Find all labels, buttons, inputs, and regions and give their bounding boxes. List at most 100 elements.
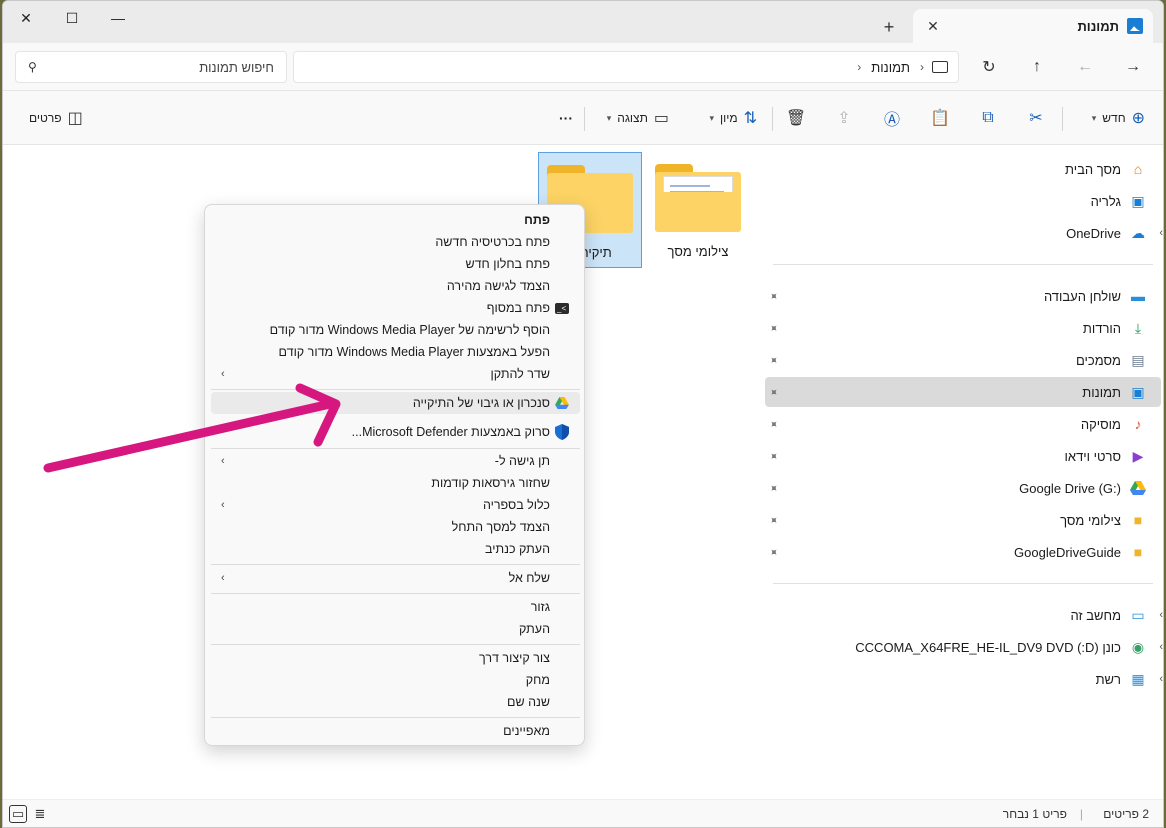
chevron-down-icon: ▾ bbox=[606, 112, 612, 123]
menu-item-copy[interactable]: העתק bbox=[211, 618, 580, 640]
sidebar-item-network[interactable]: › ▦ רשת bbox=[765, 664, 1163, 694]
maximize-button[interactable]: ☐ bbox=[49, 1, 95, 35]
menu-item-pin-quick-access[interactable]: הצמד לגישה מהירה bbox=[211, 275, 580, 297]
sidebar-item-videos[interactable]: ▶ סרטי וידאו ✦ bbox=[765, 441, 1161, 471]
cut-button[interactable]: ✂ bbox=[1023, 105, 1049, 131]
menu-item-copy-path[interactable]: העתק כנתיב bbox=[211, 538, 580, 560]
menu-item-cut[interactable]: גזור bbox=[211, 596, 580, 618]
delete-button[interactable]: 🗑 bbox=[783, 105, 809, 131]
chevron-right-icon[interactable]: › bbox=[1159, 227, 1163, 239]
up-button[interactable]: ↑ bbox=[1021, 53, 1053, 81]
pin-icon[interactable]: ✦ bbox=[766, 416, 782, 432]
computer-icon bbox=[932, 61, 948, 73]
menu-item-open[interactable]: פתח bbox=[211, 209, 580, 231]
chevron-left-icon: ‹ bbox=[857, 60, 862, 74]
sidebar-item-pictures[interactable]: ▣ תמונות ✦ bbox=[765, 377, 1161, 407]
menu-item-restore-versions[interactable]: שחזור גירסאות קודמות bbox=[211, 472, 580, 494]
video-icon: ▶ bbox=[1132, 447, 1144, 464]
close-window-button[interactable]: ✕ bbox=[3, 1, 49, 35]
sidebar-item-label: מסמכים bbox=[1075, 352, 1121, 368]
pin-icon[interactable]: ✦ bbox=[766, 448, 782, 464]
menu-item-cast-to-device[interactable]: שדר להתקן › bbox=[211, 363, 580, 385]
sidebar-item-label: סרטי וידאו bbox=[1064, 448, 1121, 464]
close-tab-button[interactable]: ✕ bbox=[923, 16, 943, 36]
minimize-button[interactable]: — bbox=[95, 1, 141, 35]
pin-icon[interactable]: ✦ bbox=[766, 384, 782, 400]
menu-label: שנה שם bbox=[507, 695, 550, 709]
sidebar-item-label: מחשב זה bbox=[1070, 607, 1121, 623]
sidebar-item-googledriveguide[interactable]: ■ GoogleDriveGuide ✦ bbox=[765, 537, 1161, 567]
menu-item-create-shortcut[interactable]: צור קיצור דרך bbox=[211, 647, 580, 669]
forward-button[interactable]: ← bbox=[1069, 53, 1101, 81]
breadcrumb-pictures[interactable]: תמונות bbox=[871, 60, 910, 75]
share-button[interactable]: ⇪ bbox=[831, 105, 857, 131]
menu-item-rename[interactable]: שנה שם bbox=[211, 691, 580, 713]
sidebar-item-label: תמונות bbox=[1082, 384, 1121, 400]
search-icon: ⚲ bbox=[28, 60, 37, 74]
menu-item-sync-backup[interactable]: סנכרון או גיבוי של התיקייה bbox=[211, 392, 580, 414]
back-button[interactable]: → bbox=[1117, 53, 1149, 81]
chevron-right-icon[interactable]: › bbox=[1159, 609, 1163, 621]
sidebar-item-downloads[interactable]: ⤓ הורדות ✦ bbox=[765, 313, 1161, 343]
menu-item-open-new-window[interactable]: פתח בחלון חדש bbox=[211, 253, 580, 275]
folder-icon: ■ bbox=[1133, 512, 1143, 528]
menu-item-delete[interactable]: מחק bbox=[211, 669, 580, 691]
refresh-button[interactable]: ↻ bbox=[973, 53, 1005, 81]
menu-item-include-library[interactable]: כלול בספריה › bbox=[211, 494, 580, 516]
pin-icon[interactable]: ✦ bbox=[766, 544, 782, 560]
folder-item-screenshots[interactable]: צילומי מסך bbox=[646, 152, 750, 268]
sidebar-item-screenshots[interactable]: ■ צילומי מסך ✦ bbox=[765, 505, 1161, 535]
sidebar-item-dvd-drive[interactable]: › ◉ כונן (D:) CCCOMA_X64FRE_HE-IL_DV9 DV… bbox=[765, 632, 1163, 662]
sidebar-item-this-pc[interactable]: › ▭ מחשב זה bbox=[765, 600, 1163, 630]
menu-label: הפעל באמצעות Windows Media Player מדור ק… bbox=[278, 345, 550, 359]
pin-icon[interactable]: ✦ bbox=[766, 512, 782, 528]
view-button[interactable]: ▭ תצוגה ▾ bbox=[607, 105, 669, 131]
pin-icon[interactable]: ✦ bbox=[766, 352, 782, 368]
folder-icon: ■ bbox=[1133, 544, 1143, 560]
sidebar-item-onedrive[interactable]: › ☁ OneDrive bbox=[765, 218, 1163, 248]
menu-item-add-wmp-list[interactable]: הוסף לרשימה של Windows Media Player מדור… bbox=[211, 319, 580, 341]
navigation-pane: ⌂ מסך הבית ▣ גלריה › ☁ OneDrive ▬ שולחן … bbox=[763, 146, 1163, 801]
maximize-icon: ☐ bbox=[65, 9, 79, 26]
pin-icon[interactable]: ✦ bbox=[766, 320, 782, 336]
sort-button[interactable]: ⇅ מיון ▾ bbox=[709, 105, 757, 131]
menu-item-play-wmp[interactable]: הפעל באמצעות Windows Media Player מדור ק… bbox=[211, 341, 580, 363]
chevron-right-icon: › bbox=[221, 572, 225, 584]
menu-item-give-access[interactable]: תן גישה ל- › bbox=[211, 450, 580, 472]
menu-label: פתח במסוף bbox=[486, 301, 550, 315]
sidebar-item-gallery[interactable]: ▣ גלריה bbox=[765, 186, 1161, 216]
sidebar-item-google-drive[interactable]: Google Drive (G:) ✦ bbox=[765, 473, 1161, 503]
details-view-button[interactable]: ▭ bbox=[9, 805, 27, 823]
menu-item-send-to[interactable]: שלח אל › bbox=[211, 567, 580, 589]
new-button[interactable]: ⊕ חדש ▾ bbox=[1092, 105, 1145, 131]
menu-item-defender-scan[interactable]: סרוק באמצעות Microsoft Defender... bbox=[211, 421, 580, 443]
sidebar-item-desktop[interactable]: ▬ שולחן העבודה ✦ bbox=[765, 281, 1161, 311]
pin-icon[interactable]: ✦ bbox=[766, 480, 782, 496]
menu-item-open-new-tab[interactable]: פתח בכרטיסיה חדשה bbox=[211, 231, 580, 253]
new-tab-button[interactable]: + bbox=[877, 15, 901, 39]
address-bar[interactable]: ‹ תמונות ‹ bbox=[293, 51, 959, 83]
rename-button[interactable]: Ⓐ bbox=[879, 105, 905, 131]
more-options-button[interactable]: ··· bbox=[559, 105, 573, 131]
google-drive-icon bbox=[1129, 479, 1147, 497]
view-label: תצוגה bbox=[617, 111, 648, 125]
menu-item-pin-start[interactable]: הצמד למסך התחל bbox=[211, 516, 580, 538]
sidebar-item-music[interactable]: ♪ מוסיקה ✦ bbox=[765, 409, 1161, 439]
details-pane-button[interactable]: ◫ פרטים bbox=[29, 105, 83, 131]
search-input[interactable]: חיפוש תמונות ⚲ bbox=[15, 51, 287, 83]
sidebar-item-home[interactable]: ⌂ מסך הבית bbox=[765, 154, 1161, 184]
menu-item-properties[interactable]: מאפיינים bbox=[211, 720, 580, 742]
sidebar-item-documents[interactable]: ▤ מסמכים ✦ bbox=[765, 345, 1161, 375]
plus-icon: + bbox=[883, 16, 895, 37]
chevron-right-icon[interactable]: › bbox=[1159, 641, 1163, 653]
menu-label: הצמד לגישה מהירה bbox=[446, 279, 550, 293]
menu-label: שלח אל bbox=[508, 571, 550, 585]
chevron-right-icon[interactable]: › bbox=[1159, 673, 1163, 685]
paste-button[interactable]: 📋 bbox=[927, 105, 953, 131]
menu-label: פתח בכרטיסיה חדשה bbox=[435, 235, 550, 249]
tab-pictures[interactable]: תמונות ✕ bbox=[913, 9, 1153, 43]
list-view-button[interactable]: ≣ bbox=[31, 805, 49, 823]
menu-item-open-terminal[interactable]: >_ פתח במסוף bbox=[211, 297, 580, 319]
pin-icon[interactable]: ✦ bbox=[766, 288, 782, 304]
copy-button[interactable]: ⧉ bbox=[975, 105, 1001, 131]
